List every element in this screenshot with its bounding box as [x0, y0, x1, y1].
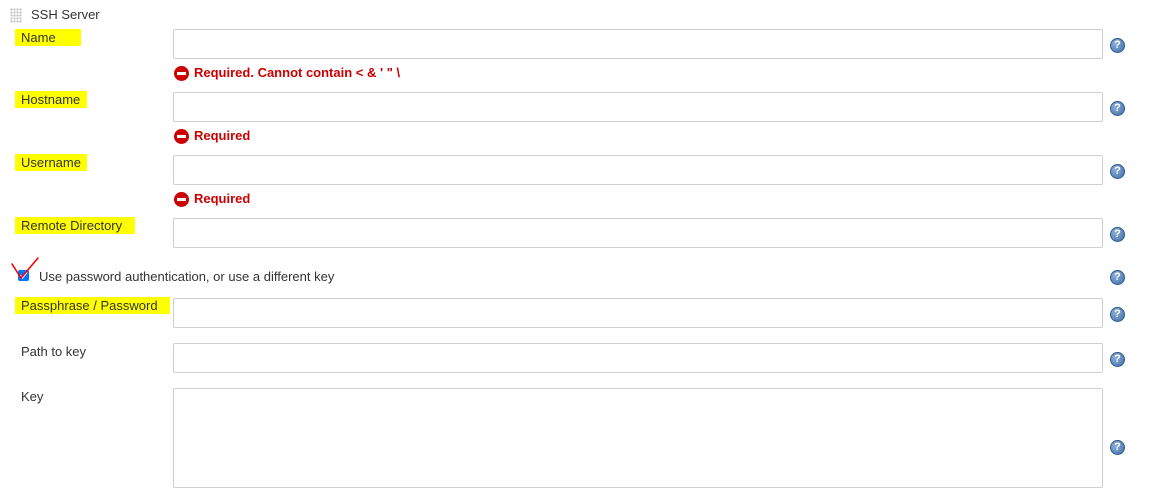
- hostname-input[interactable]: [173, 92, 1103, 122]
- path-to-key-input[interactable]: [173, 343, 1103, 373]
- password-auth-label[interactable]: Use password authentication, or use a di…: [39, 269, 334, 284]
- path-to-key-label: Path to key: [21, 344, 87, 359]
- red-check-mark-icon: [11, 257, 39, 279]
- help-icon[interactable]: ?: [1110, 101, 1125, 116]
- remote-directory-label: Remote Directory: [21, 218, 123, 233]
- drag-handle-icon[interactable]: [10, 8, 22, 23]
- help-icon[interactable]: ?: [1110, 440, 1125, 455]
- help-icon[interactable]: ?: [1110, 352, 1125, 367]
- username-error: Required: [194, 191, 251, 206]
- passphrase-input[interactable]: [173, 298, 1103, 328]
- name-label: Name: [21, 30, 56, 45]
- hostname-error: Required: [194, 128, 251, 143]
- help-icon[interactable]: ?: [1110, 164, 1125, 179]
- section-title: SSH Server: [31, 7, 100, 22]
- error-icon: [174, 66, 189, 81]
- error-icon: [174, 192, 189, 207]
- hostname-label: Hostname: [21, 92, 81, 107]
- help-icon[interactable]: ?: [1110, 38, 1125, 53]
- error-icon: [174, 129, 189, 144]
- username-label: Username: [21, 155, 81, 170]
- key-label: Key: [21, 389, 44, 404]
- help-icon[interactable]: ?: [1110, 227, 1125, 242]
- passphrase-label: Passphrase / Password: [21, 298, 158, 313]
- remote-directory-input[interactable]: [173, 218, 1103, 248]
- username-input[interactable]: [173, 155, 1103, 185]
- name-error: Required. Cannot contain < & ' " \: [194, 65, 401, 80]
- help-icon[interactable]: ?: [1110, 307, 1125, 322]
- name-input[interactable]: [173, 29, 1103, 59]
- key-textarea[interactable]: [173, 388, 1103, 488]
- help-icon[interactable]: ?: [1110, 270, 1125, 285]
